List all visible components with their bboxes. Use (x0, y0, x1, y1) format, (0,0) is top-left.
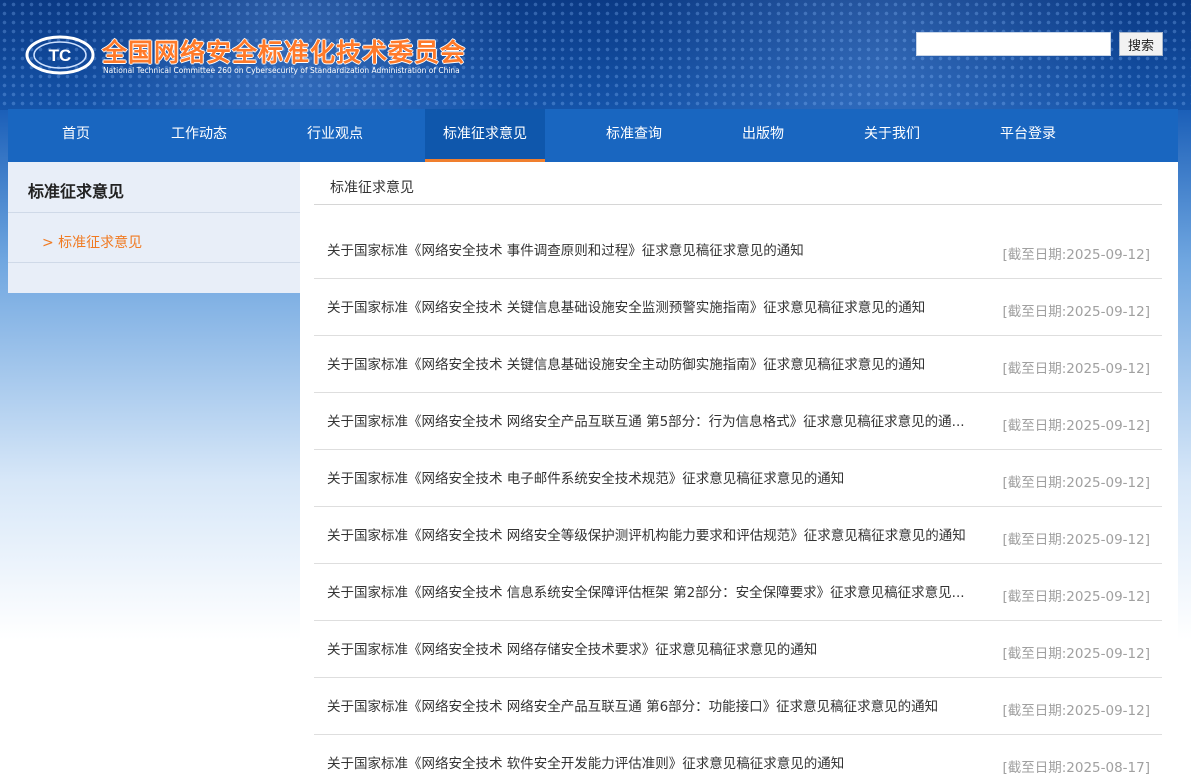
list-item: 关于国家标准《网络安全技术 电子邮件系统安全技术规范》征求意见稿征求意见的通知 … (314, 450, 1162, 507)
deadline-date: [截至日期:2025-09-12] (1002, 589, 1150, 605)
list-item: 关于国家标准《网络安全技术 网络安全等级保护测评机构能力要求和评估规范》征求意见… (314, 507, 1162, 564)
list-item: 关于国家标准《网络安全技术 事件调查原则和过程》征求意见稿征求意见的通知 [截至… (314, 222, 1162, 279)
notice-link[interactable]: 关于国家标准《网络安全技术 关键信息基础设施安全监测预警实施指南》征求意见稿征求… (327, 296, 989, 316)
list-item: 关于国家标准《网络安全技术 软件安全开发能力评估准则》征求意见稿征求意见的通知 … (314, 735, 1162, 783)
notice-link[interactable]: 关于国家标准《网络安全技术 电子邮件系统安全技术规范》征求意见稿征求意见的通知 (327, 467, 989, 487)
deadline-date: [截至日期:2025-09-12] (1002, 646, 1150, 662)
list-item: 关于国家标准《网络安全技术 关键信息基础设施安全监测预警实施指南》征求意见稿征求… (314, 279, 1162, 336)
nav-item-publications[interactable]: 出版物 (728, 109, 798, 162)
nav-item-work-news[interactable]: 工作动态 (158, 109, 240, 162)
notice-link[interactable]: 关于国家标准《网络安全技术 信息系统安全保障评估框架 第2部分：安全保障要求》征… (327, 581, 989, 601)
notice-link[interactable]: 关于国家标准《网络安全技术 关键信息基础设施安全主动防御实施指南》征求意见稿征求… (327, 353, 989, 373)
deadline-date: [截至日期:2025-09-12] (1002, 418, 1150, 434)
notice-list: 关于国家标准《网络安全技术 事件调查原则和过程》征求意见稿征求意见的通知 [截至… (314, 222, 1162, 783)
nav-item-industry-views[interactable]: 行业观点 (294, 109, 376, 162)
header-banner: TC 全国网络安全标准化技术委员会 National Technical Com… (0, 0, 1191, 110)
main-nav: 首页 工作动态 行业观点 标准征求意见 标准查询 出版物 关于我们 平台登录 (8, 109, 1178, 162)
list-item: 关于国家标准《网络安全技术 信息系统安全保障评估框架 第2部分：安全保障要求》征… (314, 564, 1162, 621)
notice-link[interactable]: 关于国家标准《网络安全技术 网络安全等级保护测评机构能力要求和评估规范》征求意见… (327, 524, 989, 544)
deadline-date: [截至日期:2025-09-12] (1002, 532, 1150, 548)
site-subtitle: National Technical Committee 260 on Cybe… (103, 66, 460, 75)
deadline-date: [截至日期:2025-09-12] (1002, 304, 1150, 320)
notice-link[interactable]: 关于国家标准《网络安全技术 事件调查原则和过程》征求意见稿征求意见的通知 (327, 239, 989, 259)
nav-item-platform-login[interactable]: 平台登录 (987, 109, 1069, 162)
list-item: 关于国家标准《网络安全技术 网络存储安全技术要求》征求意见稿征求意见的通知 [截… (314, 621, 1162, 678)
list-item: 关于国家标准《网络安全技术 网络安全产品互联互通 第5部分：行为信息格式》征求意… (314, 393, 1162, 450)
notice-link[interactable]: 关于国家标准《网络安全技术 软件安全开发能力评估准则》征求意见稿征求意见的通知 (327, 752, 989, 772)
deadline-date: [截至日期:2025-09-12] (1002, 361, 1150, 377)
page-title: 标准征求意见 (314, 162, 1162, 205)
logo-text: TC (49, 46, 72, 65)
notice-link[interactable]: 关于国家标准《网络安全技术 网络安全产品互联互通 第5部分：行为信息格式》征求意… (327, 410, 989, 430)
tc-logo-icon: TC (25, 34, 95, 76)
search-input[interactable] (916, 32, 1111, 56)
deadline-date: [截至日期:2025-09-12] (1002, 475, 1150, 491)
sidebar-title: 标准征求意见 (8, 162, 300, 213)
nav-item-standard-comments[interactable]: 标准征求意见 (425, 109, 545, 162)
deadline-date: [截至日期:2025-09-12] (1002, 247, 1150, 263)
search-button[interactable]: 搜索 (1119, 32, 1163, 56)
site-title: 全国网络安全标准化技术委员会 (102, 38, 467, 67)
sidebar-item-standard-comments[interactable]: > 标准征求意见 (8, 213, 300, 263)
main-content: 标准征求意见 关于国家标准《网络安全技术 事件调查原则和过程》征求意见稿征求意见… (300, 162, 1178, 783)
list-item: 关于国家标准《网络安全技术 关键信息基础设施安全主动防御实施指南》征求意见稿征求… (314, 336, 1162, 393)
sidebar: 标准征求意见 > 标准征求意见 (8, 162, 300, 293)
deadline-date: [截至日期:2025-08-17] (1002, 760, 1150, 776)
nav-item-home[interactable]: 首页 (46, 109, 106, 162)
list-item: 关于国家标准《网络安全技术 网络安全产品互联互通 第6部分：功能接口》征求意见稿… (314, 678, 1162, 735)
notice-link[interactable]: 关于国家标准《网络安全技术 网络安全产品互联互通 第6部分：功能接口》征求意见稿… (327, 695, 989, 715)
deadline-date: [截至日期:2025-09-12] (1002, 703, 1150, 719)
notice-link[interactable]: 关于国家标准《网络安全技术 网络存储安全技术要求》征求意见稿征求意见的通知 (327, 638, 989, 658)
nav-item-standard-query[interactable]: 标准查询 (593, 109, 675, 162)
nav-item-about-us[interactable]: 关于我们 (851, 109, 933, 162)
